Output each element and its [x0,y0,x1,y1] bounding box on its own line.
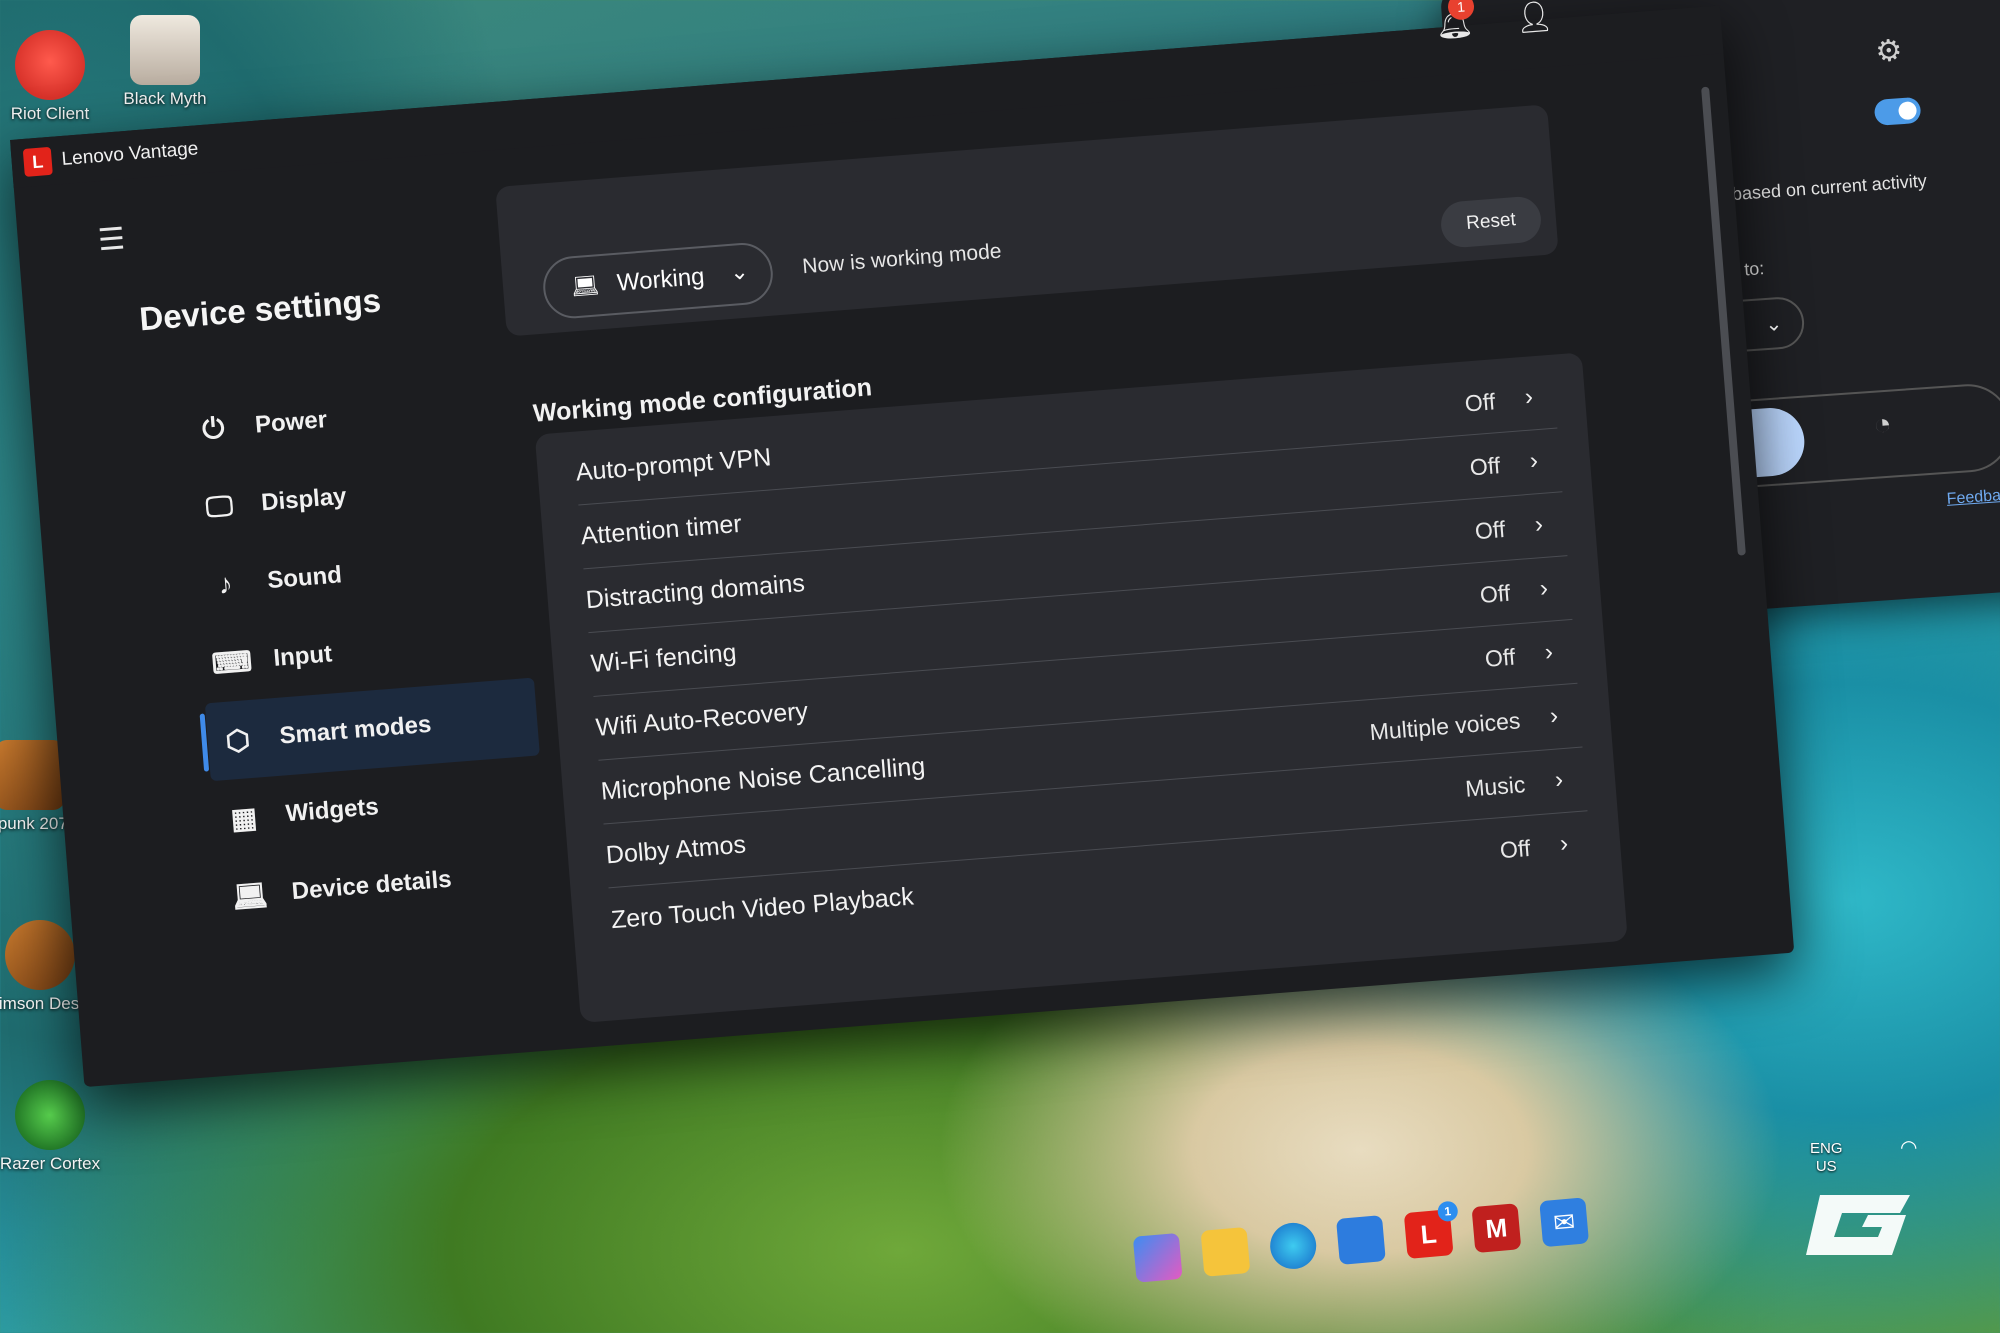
smart-mode-toggle[interactable] [1873,96,1922,126]
config-row-value: Off [1473,515,1507,545]
config-row-value: Off [1483,643,1517,672]
config-row-label: Microphone Noise Cancelling [599,752,927,806]
reset-button[interactable]: Reset [1439,195,1543,249]
crimson-desert-icon [5,920,75,990]
file-explorer-icon[interactable] [1200,1226,1251,1277]
site-watermark-logo [1806,1195,1910,1255]
monitor-icon: 🖵 [204,489,235,523]
razer-cortex-icon [15,1080,85,1150]
system-tray[interactable]: ◠ [1900,1135,1917,1160]
music-note-icon: ♪ [217,567,234,600]
taskbar-badge: 1 [1436,1200,1459,1223]
config-row-value: Multiple voices [1368,707,1522,746]
wifi-icon[interactable]: ◠ [1900,1137,1917,1159]
page-title: Device settings [137,281,383,338]
chevron-right-icon: › [1558,829,1570,858]
widgets-icon: ▦ [229,801,259,835]
desktop-icon-riot-client[interactable]: Riot Client [0,30,110,124]
notifications-button[interactable]: 🔔︎ 1 [1434,0,1475,43]
config-row-value: Off [1478,579,1512,609]
config-row-label: Dolby Atmos [604,830,747,870]
chevron-right-icon: › [1553,766,1565,794]
sidebar-item-label: Display [260,482,348,517]
menu-toggle[interactable]: ☰ [97,221,127,258]
config-row-label: Attention timer [579,509,743,551]
cyberpunk-icon [0,740,65,810]
edge-browser-icon[interactable] [1268,1221,1319,1271]
microsoft-store-icon[interactable] [1336,1215,1386,1265]
config-row-value: Music [1464,771,1527,802]
lenovo-vantage-taskbar-icon[interactable]: L 1 [1403,1200,1459,1259]
desktop-icon-label: Razer Cortex [0,1154,101,1173]
sidebar-item-label: Sound [266,561,343,595]
account-button[interactable]: 👤︎ [1514,0,1555,36]
chevron-right-icon: › [1533,510,1544,539]
desktop-icon-black-myth[interactable]: Black Myth [105,15,225,109]
performance-mode-icon[interactable]: ◔ [1872,408,1892,443]
chevron-right-icon: › [1523,383,1534,411]
language-label: ENG [1810,1140,1843,1157]
user-icon: 👤︎ [1513,0,1555,36]
feedback-link[interactable]: Feedback [1946,486,2000,509]
hamburger-icon: ☰ [96,222,127,258]
desktop-icon-razer-cortex[interactable]: Razer Cortex [0,1080,110,1174]
chevron-down-icon: ⌄ [729,258,750,285]
mode-card: 💻︎ Working ⌄ Now is working mode Reset [495,104,1559,337]
laptop-icon: 💻︎ [231,878,269,913]
riot-client-icon [15,30,85,100]
config-row-label: Zero Touch Video Playback [609,881,915,934]
lenovo-vantage-window: L Lenovo Vantage — ▢ ✕ 🔔︎ 1 👤︎ ☰ Device … [10,0,1795,1088]
sidebar-item-label: Power [254,406,328,439]
copilot-icon[interactable] [1132,1232,1183,1283]
mode-dropdown[interactable]: 💻︎ Working ⌄ [540,240,776,321]
desktop-icon-label: Riot Client [10,104,90,123]
config-row-label: Wifi Auto-Recovery [594,697,809,742]
sidebar-item-label: Input [272,640,334,672]
mcafee-icon[interactable]: M [1471,1203,1522,1254]
config-row-label: Auto-prompt VPN [574,443,773,487]
lenovo-vantage-logo: L [22,146,53,177]
black-myth-icon [130,15,200,85]
mode-dropdown-value: Working [615,262,706,297]
mode-status-text: Now is working mode [801,239,1003,279]
config-row-value: Off [1499,834,1532,864]
chevron-right-icon: › [1548,702,1560,730]
sidebar-nav: ⏻ Power 🖵 Display ♪ Sound ⌨ Input ⬡ Smar… [180,367,552,937]
config-row-value: Off [1468,452,1502,481]
config-row-value: Off [1463,388,1497,417]
sidebar-item-label: Smart modes [278,710,433,750]
hexagon-icon: ⬡ [224,723,252,757]
plug-icon: ⏻ [200,411,226,445]
config-row-label: Distracting domains [584,569,806,615]
sidebar-item-label: Device details [290,865,453,906]
sidebar-item-label: Widgets [284,793,380,828]
keyboard-icon: ⌨ [210,645,254,680]
lenovo-vantage-letter: L [1419,1218,1438,1250]
gear-icon[interactable]: ⚙ [1874,33,1903,70]
laptop-icon: 💻︎ [570,272,601,300]
window-title: Lenovo Vantage [60,138,200,170]
config-row-label: Wi-Fi fencing [589,638,738,678]
region-label: US [1815,1158,1837,1175]
language-indicator[interactable]: ENG US [1810,1140,1843,1176]
chevron-right-icon: › [1543,638,1554,667]
taskbar: L 1 M ✉ [1130,1139,1897,1315]
desktop-icon-label: Black Myth [123,89,207,108]
chevron-down-icon: ⌄ [1764,312,1783,337]
mail-icon[interactable]: ✉ [1539,1197,1590,1248]
chevron-right-icon: › [1528,447,1539,475]
chevron-right-icon: › [1538,574,1549,603]
config-list: Auto-prompt VPN Off › Attention timer Of… [534,352,1628,1023]
